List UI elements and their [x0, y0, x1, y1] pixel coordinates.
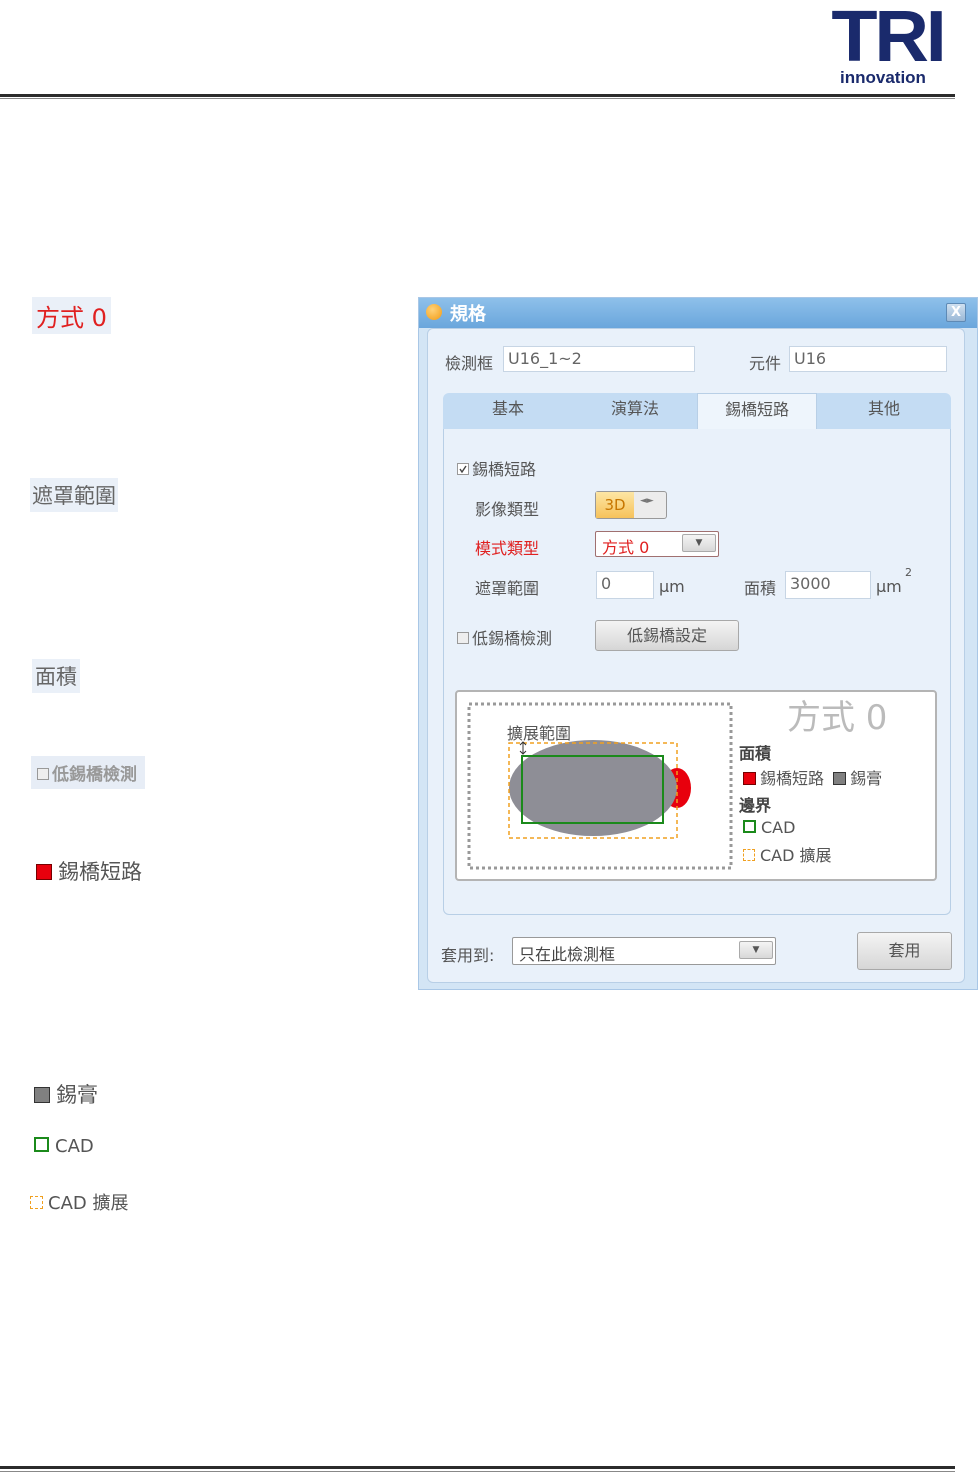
area-label: 面積 — [744, 579, 777, 598]
checkbox-checked-icon — [457, 463, 469, 475]
component-label: 元件 — [749, 354, 782, 373]
extend-range-label: 擴展範圍 — [507, 724, 572, 743]
label-cad-text: CAD — [55, 1136, 94, 1157]
image-type-label: 影像類型 — [475, 500, 540, 519]
chevron-down-icon[interactable]: ▼ — [682, 534, 716, 552]
apply-to-value: 只在此檢測框 — [519, 945, 616, 964]
checkbox-icon — [37, 768, 49, 780]
chevron-down-icon[interactable]: ▼ — [739, 941, 773, 959]
component-field[interactable]: U16 — [789, 346, 947, 372]
green-square-icon — [743, 820, 756, 833]
footer-rule-thin — [0, 1471, 955, 1472]
mask-unit: μm — [659, 577, 685, 596]
mode-diagram: 方式 0 擴展範圍 面積 錫橋短路 錫膏 邊界 CAD CAD 擴展 — [455, 690, 937, 881]
footer-rule — [0, 1466, 955, 1469]
tab-bar: 基本 演算法 錫橋短路 其他 — [443, 393, 951, 429]
label-solder-paste: 錫膏 — [34, 1079, 98, 1109]
green-square-icon — [34, 1137, 49, 1152]
mask-range-label: 遮罩範圍 — [475, 579, 540, 598]
paste-ellipse — [509, 740, 677, 836]
bridge-checkbox[interactable]: 錫橋短路 — [457, 456, 536, 480]
apply-to-label: 套用到: — [441, 946, 495, 965]
label-low-bridge-text: 低錫橋檢測 — [52, 765, 137, 785]
red-swatch-icon — [36, 864, 52, 880]
spec-dialog: 規格 X 檢測框 U16_1~2 元件 U16 基本 演算法 錫橋短路 其他 錫… — [418, 297, 978, 990]
gray-swatch-icon — [833, 772, 847, 785]
legend-bridge: 錫橋短路 — [760, 769, 825, 788]
label-cad-extend-text: CAD 擴展 — [48, 1193, 129, 1214]
tab-solder-bridge[interactable]: 錫橋短路 — [697, 393, 817, 429]
area-input[interactable]: 3000 — [785, 571, 871, 599]
legend-border-heading: 邊界 — [739, 796, 772, 815]
dialog-titlebar — [419, 298, 977, 328]
low-bridge-settings-button[interactable]: 低錫橋設定 — [595, 620, 739, 651]
label-cad: CAD — [34, 1136, 94, 1157]
tab-basic[interactable]: 基本 — [443, 393, 573, 429]
legend-cad-extend: CAD 擴展 — [743, 842, 832, 866]
image-type-toggle[interactable]: 3D ◄► — [595, 491, 667, 519]
logo-sub-text: innovation — [840, 68, 926, 87]
label-solder-paste-text: 錫膏 — [56, 1083, 98, 1107]
checkbox-unchecked-icon — [457, 632, 469, 644]
bridge-checkbox-label: 錫橋短路 — [472, 460, 537, 479]
diagram-title: 方式 0 — [787, 698, 888, 738]
tab-other[interactable]: 其他 — [817, 393, 951, 429]
legend-cad-text: CAD — [761, 818, 796, 837]
mode-type-value: 方式 0 — [602, 538, 650, 557]
dialog-title: 規格 — [450, 304, 486, 325]
label-cad-extend: CAD 擴展 — [30, 1189, 128, 1215]
inspect-box-field[interactable]: U16_1~2 — [503, 346, 695, 372]
legend-area-heading: 面積 — [739, 744, 772, 763]
legend-paste: 錫膏 — [850, 769, 883, 788]
status-dot-icon — [426, 304, 442, 320]
dashed-square-icon — [743, 849, 755, 861]
toggle-arrows-icon: ◄► — [640, 496, 654, 506]
apply-button[interactable]: 套用 — [857, 932, 952, 970]
mask-range-input[interactable]: 0 — [596, 571, 654, 599]
label-low-bridge-detect: 低錫橋檢測 — [31, 756, 145, 789]
red-swatch-icon — [743, 772, 756, 785]
logo-main-text: TRI — [831, 0, 946, 77]
apply-to-select[interactable]: 只在此檢測框 ▼ — [512, 937, 776, 965]
label-solder-bridge-text: 錫橋短路 — [58, 860, 142, 884]
header-rule — [0, 94, 955, 97]
image-type-value: 3D — [596, 492, 634, 518]
header-rule-thin — [0, 98, 955, 99]
mode-type-label: 模式類型 — [475, 539, 540, 558]
tri-logo: TRI innovation — [831, 0, 956, 90]
mode-type-select[interactable]: 方式 0 ▼ — [595, 531, 719, 557]
inspect-box-label: 檢測框 — [445, 354, 494, 373]
close-button[interactable]: X — [946, 303, 966, 322]
tab-algorithm[interactable]: 演算法 — [573, 393, 697, 429]
area-unit-superscript: 2 — [905, 566, 912, 579]
low-bridge-checkbox-label: 低錫橋檢測 — [472, 629, 553, 648]
dashed-square-icon — [30, 1196, 43, 1209]
legend-cad-extend-text: CAD 擴展 — [760, 846, 832, 865]
label-area: 面積 — [32, 659, 80, 693]
label-solder-bridge: 錫橋短路 — [36, 856, 142, 886]
low-bridge-checkbox[interactable]: 低錫橋檢測 — [457, 625, 552, 649]
gray-swatch-icon — [34, 1087, 50, 1103]
legend-cad: CAD — [743, 818, 795, 837]
label-mode: 方式 0 — [32, 297, 111, 334]
legend-area-items: 錫橋短路 錫膏 — [743, 765, 882, 789]
area-unit: μm — [876, 577, 902, 596]
label-mask-range: 遮罩範圍 — [30, 478, 118, 512]
